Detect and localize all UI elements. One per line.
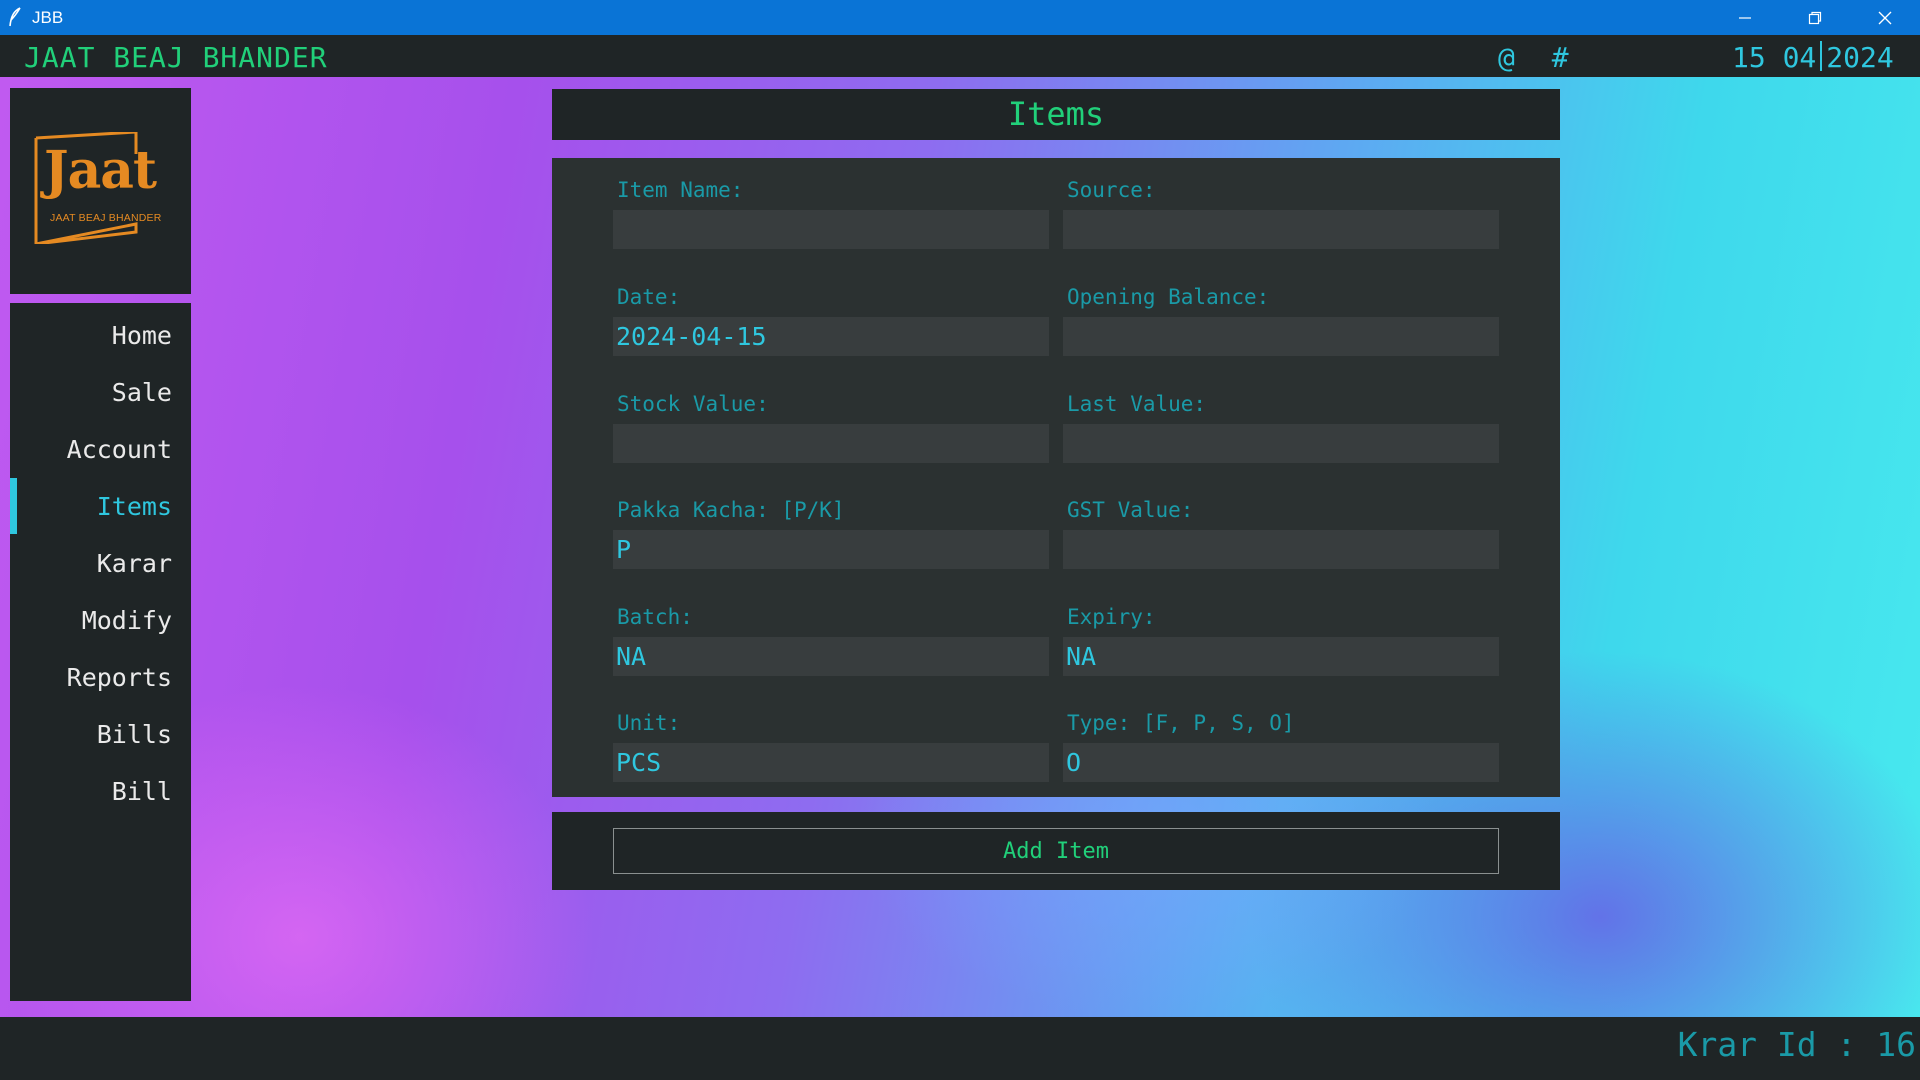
opening-balance-label: Opening Balance: xyxy=(1067,285,1270,309)
active-indicator xyxy=(10,478,17,534)
sidebar-item-label: Account xyxy=(66,434,172,464)
last-value-field: Last Value: xyxy=(1063,392,1499,463)
date-day-month: 15 04 xyxy=(1732,41,1817,74)
sidebar-item-label: Bill xyxy=(111,776,172,806)
source-input[interactable] xyxy=(1063,210,1499,249)
last-value-label: Last Value: xyxy=(1067,392,1207,416)
sidebar-item-karar[interactable]: Karar xyxy=(10,535,191,591)
close-button[interactable] xyxy=(1850,0,1920,35)
batch-field: Batch: xyxy=(613,605,1049,676)
sidebar-item-label: Sale xyxy=(111,377,172,407)
window-title: JBB xyxy=(32,8,64,27)
batch-label: Batch: xyxy=(617,605,693,629)
feather-icon xyxy=(9,7,21,27)
window-titlebar: JBB xyxy=(0,0,1920,35)
stock-value-input[interactable] xyxy=(613,424,1049,463)
sidebar-item-bills[interactable]: Bills xyxy=(10,706,191,762)
last-value-input[interactable] xyxy=(1063,424,1499,463)
date-label: Date: xyxy=(617,285,681,309)
sidebar-item-modify[interactable]: Modify xyxy=(10,592,191,648)
item-name-field: Item Name: xyxy=(613,178,1049,249)
close-icon xyxy=(1878,11,1892,24)
source-field: Source: xyxy=(1063,178,1499,249)
type-field: Type: [F, P, S, O] xyxy=(1063,711,1499,782)
app-name: JAAT BEAJ BHANDER xyxy=(24,41,328,74)
minimize-icon xyxy=(1739,16,1751,19)
type-label: Type: [F, P, S, O] xyxy=(1067,711,1295,735)
page-title: Items xyxy=(552,89,1560,140)
sidebar-item-label: Modify xyxy=(81,605,172,635)
main-canvas: Jaat JAAT BEAJ BHANDER Home Sale Account… xyxy=(0,77,1920,1017)
sidebar-item-label: Bills xyxy=(96,719,172,749)
expiry-input[interactable] xyxy=(1063,637,1499,676)
stock-value-label: Stock Value: xyxy=(617,392,769,416)
date-year: 2024 xyxy=(1826,41,1894,74)
expiry-field: Expiry: xyxy=(1063,605,1499,676)
header-date: 15 04 2024 xyxy=(1732,41,1894,74)
item-name-input[interactable] xyxy=(613,210,1049,249)
item-form: Item Name: Source: Date: Opening Balance… xyxy=(552,158,1560,797)
restore-button[interactable] xyxy=(1780,0,1850,35)
unit-label: Unit: xyxy=(617,711,681,735)
date-input[interactable] xyxy=(613,317,1049,356)
gst-value-label: GST Value: xyxy=(1067,498,1194,522)
minimize-button[interactable] xyxy=(1710,0,1780,35)
action-panel: Add Item xyxy=(552,812,1560,890)
krar-id: Krar Id : 16 xyxy=(1677,1025,1916,1064)
expiry-label: Expiry: xyxy=(1067,605,1156,629)
app-header: JAAT BEAJ BHANDER @ # 15 04 2024 xyxy=(0,35,1920,77)
stock-value-field: Stock Value: xyxy=(613,392,1049,463)
header-symbols[interactable]: @ # xyxy=(1498,41,1579,74)
date-separator xyxy=(1820,41,1823,71)
type-input[interactable] xyxy=(1063,743,1499,782)
pakka-kacha-field: Pakka Kacha: [P/K] xyxy=(613,498,1049,569)
logo: Jaat JAAT BEAJ BHANDER xyxy=(10,88,191,294)
add-item-button[interactable]: Add Item xyxy=(613,828,1499,874)
sidebar-item-bill[interactable]: Bill xyxy=(10,763,191,819)
sidebar-item-reports[interactable]: Reports xyxy=(10,649,191,705)
sidebar-item-label: Home xyxy=(111,320,172,350)
status-bar: Krar Id : 16 xyxy=(0,1017,1920,1080)
gst-value-input[interactable] xyxy=(1063,530,1499,569)
sidebar-item-account[interactable]: Account xyxy=(10,421,191,477)
logo-subtitle: JAAT BEAJ BHANDER xyxy=(50,212,162,224)
unit-input[interactable] xyxy=(613,743,1049,782)
unit-field: Unit: xyxy=(613,711,1049,782)
sidebar-item-home[interactable]: Home xyxy=(10,307,191,363)
opening-balance-field: Opening Balance: xyxy=(1063,285,1499,356)
date-field: Date: xyxy=(613,285,1049,356)
item-name-label: Item Name: xyxy=(617,178,744,202)
source-label: Source: xyxy=(1067,178,1156,202)
restore-icon xyxy=(1808,11,1822,24)
sidebar-item-sale[interactable]: Sale xyxy=(10,364,191,420)
gst-value-field: GST Value: xyxy=(1063,498,1499,569)
sidebar-item-label: Items xyxy=(96,491,172,521)
logo-word: Jaat xyxy=(44,140,157,201)
sidebar-item-label: Karar xyxy=(96,548,172,578)
pakka-kacha-label: Pakka Kacha: [P/K] xyxy=(617,498,845,522)
batch-input[interactable] xyxy=(613,637,1049,676)
sidebar-item-items[interactable]: Items xyxy=(10,478,191,534)
pakka-kacha-input[interactable] xyxy=(613,530,1049,569)
sidebar-item-label: Reports xyxy=(66,662,172,692)
opening-balance-input[interactable] xyxy=(1063,317,1499,356)
sidebar-nav: Home Sale Account Items Karar Modify Rep… xyxy=(10,303,191,1001)
